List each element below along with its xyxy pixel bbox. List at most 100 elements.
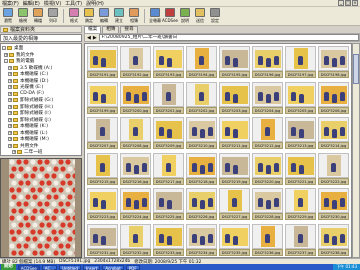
thumbnail-item[interactable]: DSCF5195.jpg xyxy=(218,46,251,78)
minimize-icon[interactable]: _ xyxy=(338,0,344,6)
thumbnail-item[interactable]: DSCF5206.jpg xyxy=(317,81,350,114)
toolbar-button-5[interactable]: 鎖定 xyxy=(82,7,96,23)
expand-icon[interactable]: + xyxy=(8,72,12,77)
expand-icon[interactable]: + xyxy=(8,78,12,83)
thumbnail-item[interactable]: DSCF5199.jpg xyxy=(86,81,119,114)
expand-icon[interactable]: + xyxy=(8,117,12,122)
thumbnail-item[interactable]: DSCF5211.jpg xyxy=(218,117,251,149)
thumbnail-item[interactable]: DSCF5233.jpg xyxy=(152,223,185,256)
expand-icon[interactable]: + xyxy=(8,124,12,129)
thumbnail-item[interactable]: DSCF5235.jpg xyxy=(218,223,251,256)
thumbnail-item[interactable]: DSCF5216.jpg xyxy=(119,152,152,185)
taskbar-item[interactable]: PDF xyxy=(125,264,140,270)
thumbnail-item[interactable]: DSCF5226.jpg xyxy=(185,188,218,220)
thumbnail-item[interactable]: DSCF5232.jpg xyxy=(119,223,152,256)
vertical-scrollbar[interactable] xyxy=(352,43,360,258)
thumbnail-item[interactable]: DSCF5210.jpg xyxy=(185,117,218,149)
expand-icon[interactable]: + xyxy=(12,150,16,155)
thumbnail-item[interactable]: DSCF5192.jpg xyxy=(119,46,152,78)
toolbar-button-12[interactable]: 送信 xyxy=(193,7,207,23)
back-icon[interactable]: ◀ xyxy=(87,35,91,41)
toolbar-button-2[interactable]: 轉檔 xyxy=(31,7,45,23)
thumbnail-item[interactable]: DSCF5200.jpg xyxy=(119,81,152,114)
thumbnail-item[interactable]: DSCF5196.jpg xyxy=(251,46,284,78)
thumbnail-item[interactable]: DSCF5223.jpg xyxy=(86,188,119,220)
thumbnail-item[interactable]: DSCF5198.jpg xyxy=(317,46,350,78)
thumbnail-item[interactable]: DSCF5230.jpg xyxy=(317,188,350,220)
toolbar-button-8[interactable]: 相簿 xyxy=(127,7,141,23)
favorites-field[interactable]: 加入最愛的相簿 xyxy=(0,34,82,42)
maximize-icon[interactable]: □ xyxy=(345,0,351,6)
thumbnail-item[interactable]: DSCF5222.jpg xyxy=(317,152,350,185)
taskbar-item[interactable]: Insert xyxy=(82,264,101,270)
toolbar-button-10[interactable]: ACDSee xyxy=(162,7,178,23)
taskbar-item[interactable]: Acrobat xyxy=(102,264,124,270)
start-button[interactable]: 開始 xyxy=(1,264,16,270)
thumbnail-item[interactable]: DSCF5214.jpg xyxy=(317,117,350,149)
thumbnail-item[interactable]: DSCF5221.jpg xyxy=(284,152,317,185)
thumbnail-item[interactable]: DSCF5202.jpg xyxy=(185,81,218,114)
thumbnail-item[interactable]: DSCF5191.jpg xyxy=(86,46,119,78)
tree-item[interactable]: +二年二班 xyxy=(2,156,80,157)
menu-item-3[interactable]: 工具(T) xyxy=(65,0,82,7)
expand-icon[interactable]: + xyxy=(8,85,12,90)
menu-item-0[interactable]: 檔案(F) xyxy=(2,0,19,7)
expand-icon[interactable]: + xyxy=(8,130,12,135)
taskbar-item[interactable]: ACDSee xyxy=(17,264,40,270)
thumbnail-item[interactable]: DSCF5227.jpg xyxy=(218,188,251,220)
toolbar-button-13[interactable]: 設定 xyxy=(208,7,222,23)
thumbnail-item[interactable]: DSCF5197.jpg xyxy=(284,46,317,78)
thumbnail-item[interactable]: DSCF5224.jpg xyxy=(119,188,152,220)
toolbar-button-4[interactable]: 格式 xyxy=(67,7,81,23)
thumbnail-item[interactable]: DSCF5225.jpg xyxy=(152,188,185,220)
thumbnail-item[interactable]: DSCF5238.jpg xyxy=(317,223,350,256)
thumbnail-item[interactable]: DSCF5201.jpg xyxy=(152,81,185,114)
expand-icon[interactable]: + xyxy=(8,91,12,96)
thumbnail-item[interactable]: DSCF5209.jpg xyxy=(152,117,185,149)
close-icon[interactable]: × xyxy=(352,0,358,6)
thumbnail-item[interactable]: DSCF5215.jpg xyxy=(86,152,119,185)
toolbar-button-1[interactable]: 檢視 xyxy=(16,7,30,23)
thumbnail-item[interactable]: DSCF5231.jpg xyxy=(86,223,119,256)
thumbnail-item[interactable]: DSCF5217.jpg xyxy=(152,152,185,185)
expand-icon[interactable]: + xyxy=(8,111,12,116)
menu-item-2[interactable]: 檢視(V) xyxy=(44,0,61,7)
expand-icon[interactable]: + xyxy=(8,104,12,109)
toolbar-button-6[interactable]: 編輯 xyxy=(97,7,111,23)
tab-1[interactable]: 相簿 xyxy=(102,26,120,33)
expand-icon[interactable]: + xyxy=(8,65,12,70)
thumbnail-item[interactable]: DSCF5203.jpg xyxy=(218,81,251,114)
expand-icon[interactable]: - xyxy=(2,46,6,51)
thumbnail-item[interactable]: DSCF5213.jpg xyxy=(284,117,317,149)
menu-item-4[interactable]: 說明(H) xyxy=(86,0,104,7)
expand-icon[interactable]: - xyxy=(4,59,8,64)
thumbnail-item[interactable]: DSCF5205.jpg xyxy=(284,81,317,114)
scrollbar-thumb[interactable] xyxy=(353,54,359,84)
thumbnail-item[interactable]: DSCF5194.jpg xyxy=(185,46,218,78)
taskbar-item[interactable]: Untitled xyxy=(59,264,81,270)
expand-icon[interactable]: + xyxy=(8,137,12,142)
thumbnail-item[interactable]: DSCF5234.jpg xyxy=(185,223,218,256)
thumbnail-item[interactable]: DSCF5208.jpg xyxy=(119,117,152,149)
expand-icon[interactable]: + xyxy=(8,98,12,103)
thumbnail-item[interactable]: DSCF5228.jpg xyxy=(251,188,284,220)
toolbar-button-0[interactable]: 瀏覽 xyxy=(1,7,15,23)
toolbar-button-11[interactable]: 說明 xyxy=(178,7,192,23)
forward-icon[interactable]: ▶ xyxy=(93,35,97,41)
expand-icon[interactable]: + xyxy=(4,52,8,57)
thumbnail-item[interactable]: DSCF5219.jpg xyxy=(218,152,251,185)
menu-item-1[interactable]: 編輯(E) xyxy=(23,0,40,7)
thumbnail-item[interactable]: DSCF5218.jpg xyxy=(185,152,218,185)
thumbnail-item[interactable]: DSCF5207.jpg xyxy=(86,117,119,149)
tab-2[interactable]: 搜尋 xyxy=(120,26,138,33)
toolbar-button-9[interactable]: 全螢幕 xyxy=(148,7,162,23)
address-field[interactable]: F:\20080925_相片\二年一班\讀書日 xyxy=(98,34,359,41)
thumbnail-item[interactable]: DSCF5229.jpg xyxy=(284,188,317,220)
thumbnail-item[interactable]: DSCF5212.jpg xyxy=(251,117,284,149)
taskbar-item[interactable]: AC... xyxy=(41,264,58,270)
toolbar-button-3[interactable]: 列印 xyxy=(46,7,60,23)
tab-0[interactable]: 檔案 xyxy=(84,26,102,33)
thumbnail-item[interactable]: DSCF5220.jpg xyxy=(251,152,284,185)
thumbnail-item[interactable]: DSCF5236.jpg xyxy=(251,223,284,256)
toolbar-button-7[interactable]: 建立 xyxy=(112,7,126,23)
